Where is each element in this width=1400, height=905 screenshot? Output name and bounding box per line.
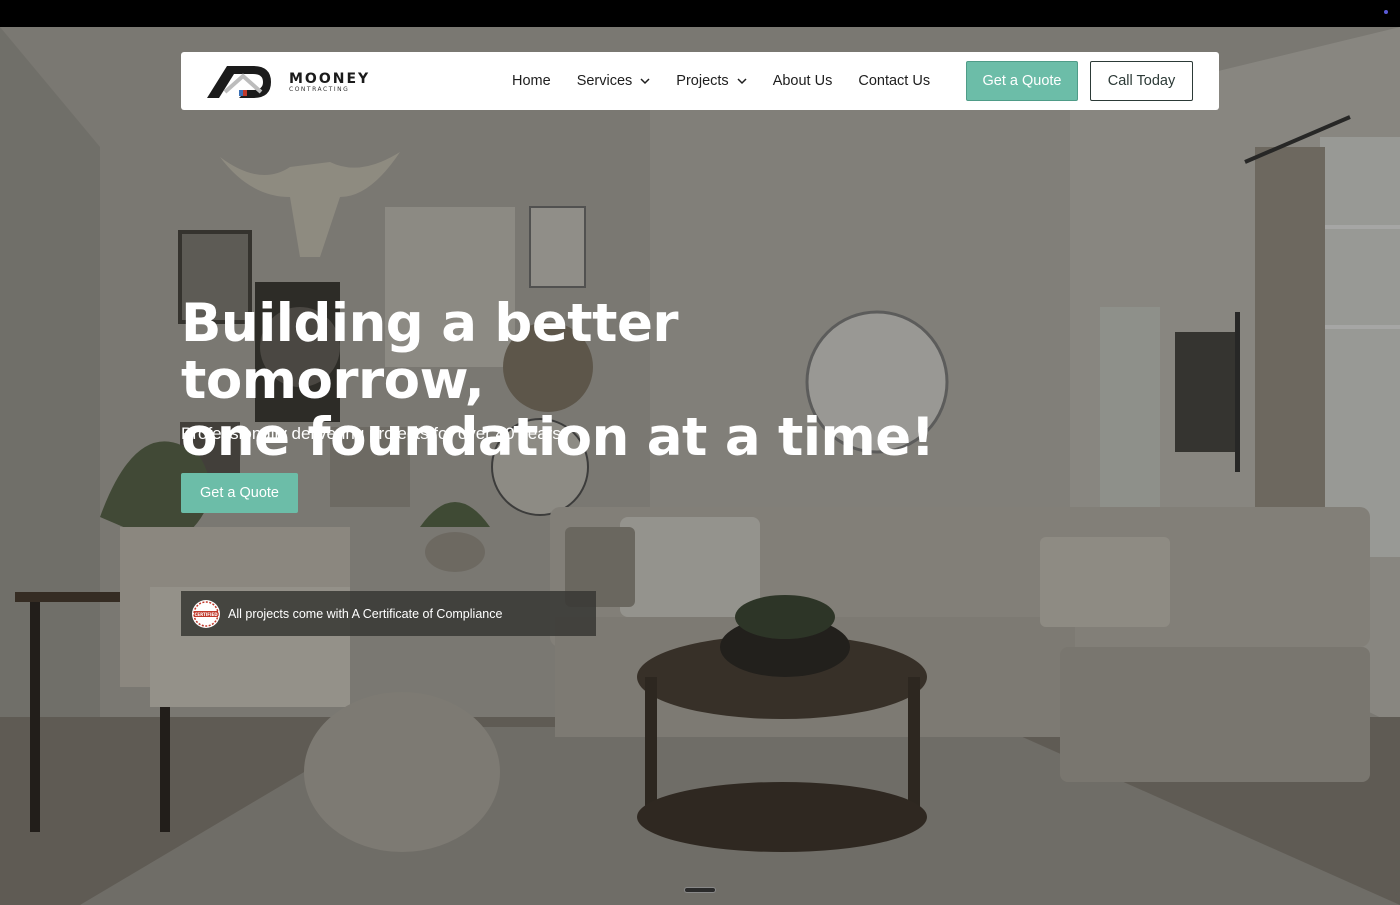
hero-subtitle: Professionally delivering projects for o…: [181, 424, 566, 443]
logo-mark-icon: [207, 66, 271, 98]
get-quote-nav-button[interactable]: Get a Quote: [966, 61, 1078, 101]
browser-top-bar: [0, 0, 1400, 27]
badge-label: CERTIFIED: [194, 611, 218, 616]
slide-indicator[interactable]: [684, 887, 716, 893]
hero-section: MOONEY CONTRACTING Home Services Project…: [0, 27, 1400, 905]
main-navbar: MOONEY CONTRACTING Home Services Project…: [181, 52, 1219, 110]
nav-item-label: Contact Us: [858, 73, 931, 89]
chevron-down-icon: [640, 78, 650, 85]
get-quote-hero-button[interactable]: Get a Quote: [181, 473, 298, 513]
nav-item-services[interactable]: Services: [577, 73, 651, 89]
nav-item-projects[interactable]: Projects: [676, 73, 747, 89]
brand-name: MOONEY: [289, 70, 371, 87]
nav-item-contact[interactable]: Contact Us: [858, 73, 930, 89]
certificate-text: All projects come with A Certificate of …: [228, 606, 503, 621]
nav-menu: Home Services Projects About Us Contact …: [512, 52, 956, 110]
hero-headline-line1: Building a better tomorrow,: [181, 293, 679, 411]
nav-item-label: About Us: [772, 73, 833, 89]
certificate-banner: CERTIFIED All projects come with A Certi…: [181, 591, 596, 636]
call-today-button[interactable]: Call Today: [1090, 61, 1193, 101]
status-dot: [1384, 10, 1388, 14]
nav-item-label: Services: [576, 73, 633, 89]
chevron-down-icon: [737, 78, 747, 85]
brand-logo[interactable]: MOONEY CONTRACTING: [205, 62, 385, 102]
certified-badge-icon: CERTIFIED: [192, 599, 220, 628]
nav-item-home[interactable]: Home: [512, 73, 551, 89]
nav-item-label: Home: [512, 73, 551, 89]
nav-item-label: Projects: [676, 73, 729, 89]
nav-item-about[interactable]: About Us: [773, 73, 833, 89]
brand-subtitle: CONTRACTING: [289, 85, 350, 93]
